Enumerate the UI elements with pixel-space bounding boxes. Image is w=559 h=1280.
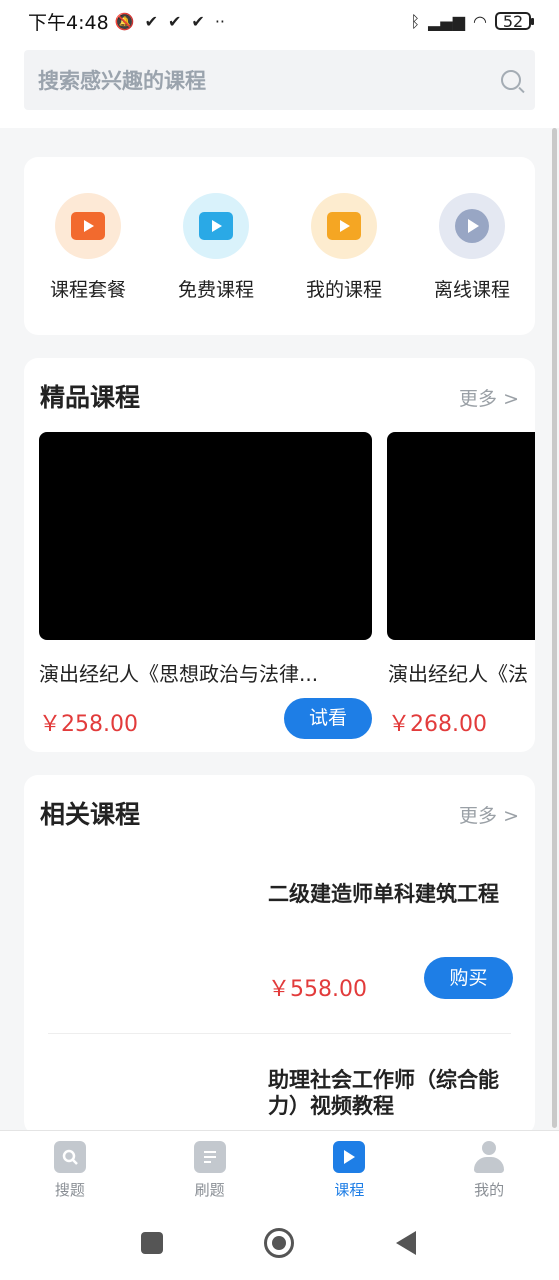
search-icon[interactable] [501, 70, 521, 90]
preview-button[interactable]: 试看 [284, 698, 372, 739]
free-video-icon [183, 193, 249, 259]
system-icons: ᛒ ▂▄▆ ◠ 52 [410, 11, 534, 31]
related-courses-card: 相关课程 更多 > 二级建造师单科建筑工程 ￥558.00 购买 助理社会工作师… [24, 775, 535, 1135]
check-icon: ✔ [168, 11, 182, 31]
scrollbar[interactable] [552, 128, 557, 1128]
featured-courses-card: 精品课程 更多 > 演出经纪人《思想政治与法律... ￥258.00 试看 演出… [24, 358, 535, 752]
nav-item-profile[interactable]: 我的 [419, 1131, 559, 1210]
more-link[interactable]: 更多 > [459, 801, 519, 828]
signal-icon: ▂▄▆ [428, 11, 466, 31]
course-price: ￥558.00 [268, 977, 367, 1002]
more-dots-icon: ·· [214, 11, 225, 31]
quick-link-label: 离线课程 [433, 279, 510, 301]
course-title[interactable]: 演出经纪人《法 [388, 658, 535, 687]
buy-button[interactable]: 购买 [424, 957, 513, 999]
check-icon: ✔ [191, 11, 205, 31]
search-question-icon [53, 1141, 86, 1173]
quick-links-card: 课程套餐 免费课程 我的课程 离线课程 [24, 157, 535, 335]
section-title: 相关课程 [40, 800, 141, 829]
course-title[interactable]: 二级建造师单科建筑工程 [268, 881, 508, 907]
nav-item-courses[interactable]: 课程 [280, 1131, 420, 1210]
tv-play-icon [311, 193, 377, 259]
battery-level: 52 [502, 11, 524, 31]
battery-icon: 52 [495, 11, 534, 31]
search-input[interactable]: 搜索感兴趣的课程 [24, 50, 535, 110]
course-package-icon [55, 193, 121, 259]
check-icon: ✔ [144, 11, 158, 31]
nav-item-practice[interactable]: 刷题 [140, 1131, 280, 1210]
wifi-icon: ◠ [473, 11, 487, 31]
practice-icon [193, 1141, 226, 1173]
quick-link-my-courses[interactable]: 我的课程 [294, 193, 394, 302]
quick-link-course-package[interactable]: 课程套餐 [38, 193, 138, 302]
mute-bell-icon: 🔕 [114, 11, 135, 31]
course-title[interactable]: 演出经纪人《思想政治与法律... [39, 658, 372, 687]
offline-play-icon [439, 193, 505, 259]
quick-link-label: 免费课程 [177, 279, 254, 301]
course-price: ￥258.00 [39, 712, 138, 737]
notification-icons: 🔕 ✔ ✔ ✔ ·· [115, 12, 225, 31]
home-icon[interactable] [264, 1228, 294, 1258]
nav-label: 刷题 [194, 1181, 225, 1199]
nav-item-search-questions[interactable]: 搜题 [0, 1131, 140, 1210]
course-thumbnail[interactable] [39, 432, 372, 640]
search-placeholder: 搜索感兴趣的课程 [38, 69, 206, 93]
quick-link-label: 课程套餐 [49, 279, 126, 301]
bottom-navigation: 搜题 刷题 课程 我的 [0, 1130, 559, 1210]
search-area: 搜索感兴趣的课程 [0, 42, 559, 128]
course-price: ￥268.00 [388, 712, 487, 737]
profile-icon [473, 1141, 505, 1173]
nav-label: 课程 [334, 1181, 365, 1199]
status-bar: 下午4:48 🔕 ✔ ✔ ✔ ·· ᛒ ▂▄▆ ◠ 52 [0, 0, 559, 42]
bluetooth-icon: ᛒ [410, 11, 421, 31]
back-icon[interactable] [396, 1231, 416, 1255]
divider [48, 1033, 511, 1034]
quick-link-free-courses[interactable]: 免费课程 [166, 193, 266, 302]
quick-link-offline-courses[interactable]: 离线课程 [422, 193, 522, 302]
more-link[interactable]: 更多 > [459, 384, 519, 411]
status-time: 下午4:48 [28, 11, 109, 34]
quick-link-label: 我的课程 [305, 279, 382, 301]
course-play-icon [333, 1141, 366, 1173]
system-navigation-bar [0, 1210, 559, 1280]
course-title[interactable]: 助理社会工作师（综合能力）视频教程 [268, 1067, 508, 1119]
nav-label: 我的 [474, 1181, 505, 1199]
nav-label: 搜题 [54, 1181, 85, 1199]
course-thumbnail[interactable] [387, 432, 535, 640]
recent-apps-icon[interactable] [141, 1232, 163, 1254]
section-title: 精品课程 [40, 383, 141, 412]
